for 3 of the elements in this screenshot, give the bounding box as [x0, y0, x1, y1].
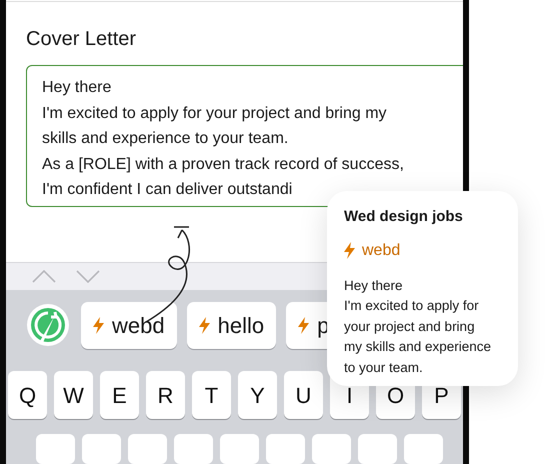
field-label: Cover Letter: [26, 27, 138, 52]
popup-title: Wed design jobs: [344, 207, 464, 227]
shortcut-text: webd: [362, 240, 400, 260]
